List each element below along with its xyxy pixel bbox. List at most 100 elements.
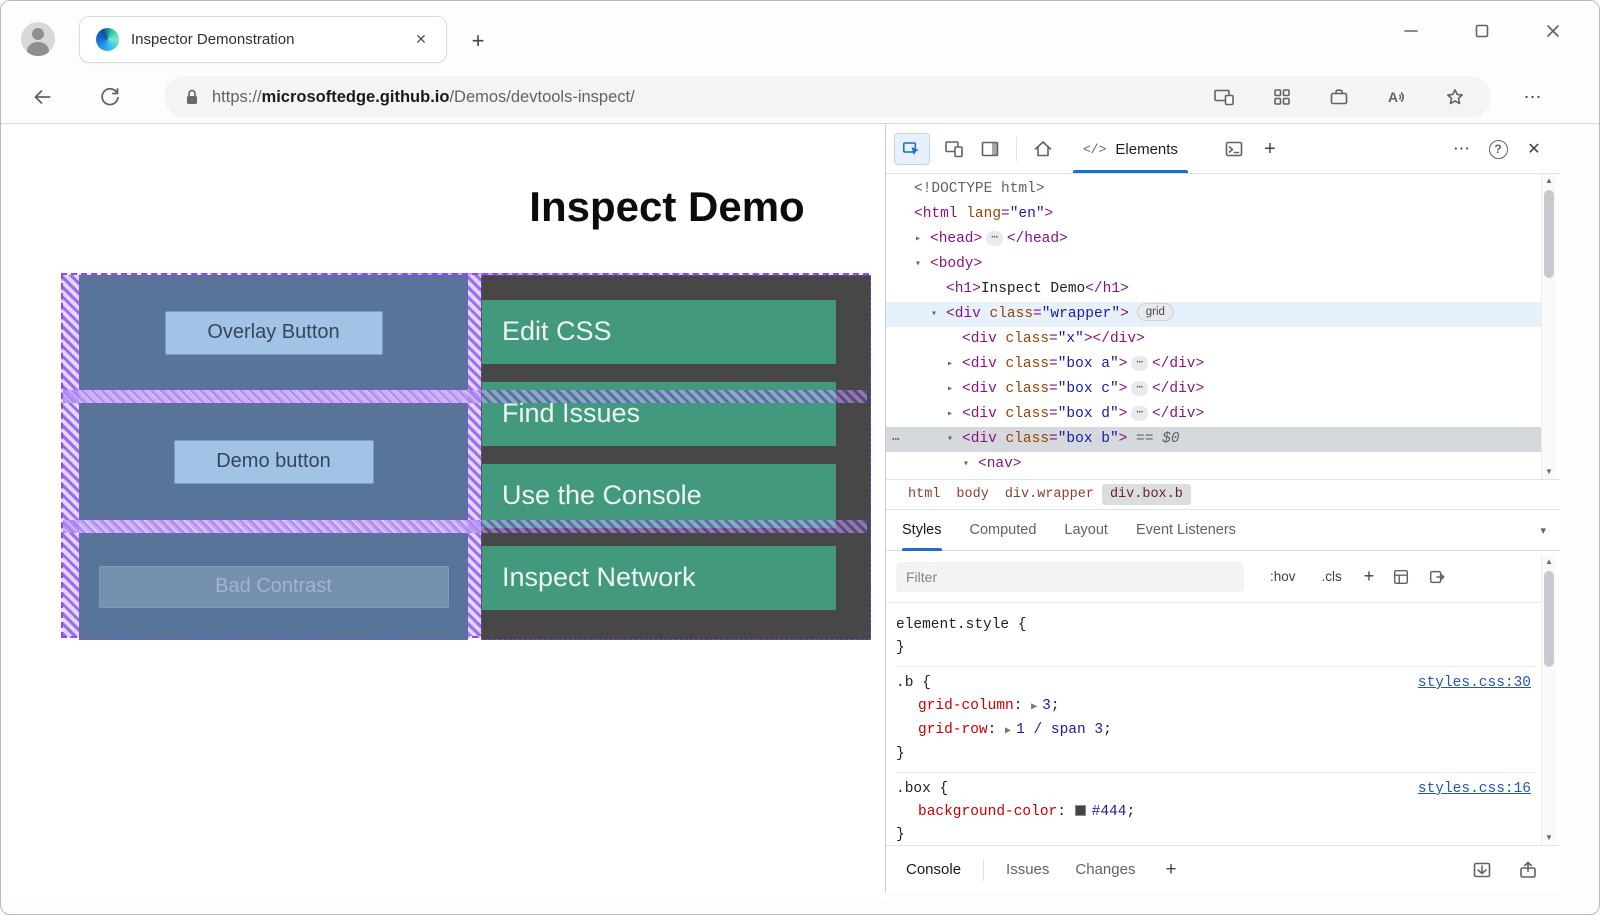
expand-arrow-icon[interactable]: ▾ — [947, 427, 953, 452]
more-actions-icon[interactable]: ⋯ — [892, 427, 900, 452]
drawer-tab-issues[interactable]: Issues — [1006, 861, 1049, 878]
dom-line[interactable]: ▾ <nav> — [886, 452, 1541, 477]
profile-avatar[interactable] — [21, 22, 55, 56]
color-swatch[interactable] — [1074, 805, 1086, 816]
maximize-button[interactable] — [1460, 11, 1504, 51]
css-property[interactable]: grid-column: ▶ 3; — [896, 695, 1535, 719]
collapsed-content-icon[interactable]: ⋯ — [1131, 381, 1148, 396]
close-window-button[interactable] — [1531, 11, 1575, 51]
refresh-button[interactable] — [93, 80, 127, 114]
scroll-down-icon[interactable]: ▼ — [1542, 465, 1556, 479]
help-icon[interactable]: ? — [1480, 133, 1516, 165]
dom-line[interactable]: <div class="x"></div> — [886, 327, 1541, 352]
browser-tab[interactable]: Inspector Demonstration ✕ — [79, 16, 447, 63]
inspect-element-icon[interactable] — [894, 133, 930, 165]
css-rule[interactable]: element.style {} — [896, 609, 1535, 667]
tab-layout[interactable]: Layout — [1064, 510, 1108, 550]
address-bar[interactable]: https://microsoftedge.github.io/Demos/de… — [164, 76, 1491, 118]
briefcase-icon[interactable] — [1329, 87, 1349, 107]
dock-drawer-icon[interactable] — [1472, 860, 1492, 880]
scroll-down-icon[interactable]: ▼ — [1542, 831, 1556, 845]
collapsed-content-icon[interactable]: ⋯ — [986, 231, 1003, 246]
console-drawer-icon[interactable] — [1216, 133, 1252, 165]
new-style-rule-button[interactable]: + — [1364, 566, 1375, 587]
expand-arrow-icon[interactable]: ▸ — [915, 227, 921, 252]
back-button[interactable] — [25, 80, 59, 114]
breadcrumb-item[interactable]: html — [900, 484, 948, 505]
settings-menu-button[interactable]: ⋯ — [1515, 80, 1551, 114]
dom-line[interactable]: ⋯ ▾ <div class="box b"> == $0 — [886, 427, 1541, 452]
drawer-tab-changes[interactable]: Changes — [1075, 861, 1135, 878]
device-icon[interactable] — [1213, 87, 1235, 107]
expand-value-icon[interactable]: ▶ — [1005, 726, 1011, 737]
new-tab-button[interactable]: + — [463, 26, 493, 56]
dom-line[interactable]: <h1>Inspect Demo</h1> — [886, 277, 1541, 302]
drawer-tab-console[interactable]: Console — [906, 861, 961, 878]
add-panel-icon[interactable]: + — [1252, 133, 1288, 165]
home-icon[interactable] — [1025, 133, 1061, 165]
dom-line[interactable]: <html lang="en"> — [886, 202, 1541, 227]
minimize-button[interactable] — [1389, 11, 1433, 51]
expand-arrow-icon[interactable]: ▸ — [947, 402, 953, 427]
read-aloud-icon[interactable]: A — [1386, 87, 1408, 107]
stylesheet-link[interactable]: styles.css:16 — [1418, 778, 1531, 801]
css-property[interactable]: background-color: #444; — [896, 801, 1535, 824]
overlay-button[interactable]: Overlay Button — [164, 310, 383, 355]
breadcrumb-item[interactable]: div.wrapper — [997, 484, 1102, 505]
demo-button[interactable]: Demo button — [173, 439, 374, 484]
css-rule[interactable]: .box {styles.css:16 background-color: #44… — [896, 773, 1535, 845]
expand-value-icon[interactable]: ▶ — [1031, 702, 1037, 713]
toggle-class-button[interactable]: .cls — [1322, 569, 1342, 584]
filter-input[interactable] — [896, 561, 1244, 592]
toggle-hover-state-button[interactable]: :hov — [1270, 569, 1296, 584]
dock-side-icon[interactable] — [972, 133, 1008, 165]
open-drawer-panel-icon[interactable] — [1518, 860, 1538, 880]
dom-line[interactable]: ▾ <body> — [886, 252, 1541, 277]
css-property[interactable]: grid-row: ▶ 1 / span 3; — [896, 719, 1535, 743]
css-selector[interactable]: element.style — [896, 614, 1009, 637]
dom-line[interactable]: ▾ <div class="wrapper"> grid — [886, 302, 1541, 327]
scrollbar-thumb[interactable] — [1544, 190, 1554, 278]
css-selector[interactable]: .b — [896, 672, 913, 695]
add-drawer-tab-button[interactable]: + — [1165, 859, 1176, 881]
bad-contrast-button[interactable]: Bad Contrast — [98, 565, 449, 608]
apps-grid-icon[interactable] — [1272, 87, 1292, 107]
nav-link[interactable]: Edit CSS — [482, 300, 836, 364]
styles-scrollbar[interactable]: ▲ ▼ — [1541, 555, 1556, 845]
tab-close-icon[interactable]: ✕ — [408, 27, 434, 53]
expand-arrow-icon[interactable]: ▸ — [947, 377, 953, 402]
tab-elements[interactable]: </> Elements — [1067, 125, 1194, 173]
grid-badge[interactable]: grid — [1136, 303, 1174, 321]
dom-tree-scrollbar[interactable]: ▲ ▼ — [1541, 174, 1556, 479]
breadcrumb-item[interactable]: body — [948, 484, 996, 505]
css-rule[interactable]: .b {styles.css:30 grid-column: ▶ 3; grid-ro… — [896, 667, 1535, 773]
dom-line[interactable]: ▸ <div class="box c"> ⋯ </div> — [886, 377, 1541, 402]
collapsed-content-icon[interactable]: ⋯ — [1131, 406, 1148, 421]
collapsed-content-icon[interactable]: ⋯ — [1131, 356, 1148, 371]
tab-styles[interactable]: Styles — [902, 510, 942, 551]
breadcrumb-item[interactable]: div.box.b — [1101, 484, 1191, 505]
stylesheet-link[interactable]: styles.css:30 — [1418, 672, 1531, 695]
scroll-up-icon[interactable]: ▲ — [1542, 555, 1556, 569]
dom-line[interactable]: ▸ <div class="box d"> ⋯ </div> — [886, 402, 1541, 427]
nav-link[interactable]: Inspect Network — [482, 546, 836, 610]
css-selector[interactable]: .box — [896, 778, 931, 801]
device-toolbar-icon[interactable] — [936, 133, 972, 165]
dom-line[interactable]: <!DOCTYPE html> — [886, 177, 1541, 202]
expand-arrow-icon[interactable]: ▾ — [963, 452, 969, 477]
tab-computed[interactable]: Computed — [970, 510, 1037, 550]
nav-link[interactable]: Use the Console — [482, 464, 836, 528]
dom-line[interactable]: ▸ <div class="box a"> ⋯ </div> — [886, 352, 1541, 377]
chevron-down-icon[interactable]: ▾ — [1540, 524, 1546, 537]
more-options-icon[interactable]: ⋯ — [1444, 133, 1480, 165]
expand-arrow-icon[interactable]: ▸ — [947, 352, 953, 377]
expand-arrow-icon[interactable]: ▾ — [931, 302, 937, 327]
tab-event-listeners[interactable]: Event Listeners — [1136, 510, 1236, 550]
dom-line[interactable]: ▸ <head> ⋯ </head> — [886, 227, 1541, 252]
favorites-star-icon[interactable] — [1445, 87, 1465, 107]
expand-arrow-icon[interactable]: ▾ — [915, 252, 921, 277]
style-options-icon[interactable] — [1392, 568, 1410, 586]
open-source-icon[interactable] — [1428, 568, 1446, 586]
scrollbar-thumb[interactable] — [1544, 571, 1554, 667]
scroll-up-icon[interactable]: ▲ — [1542, 174, 1556, 188]
